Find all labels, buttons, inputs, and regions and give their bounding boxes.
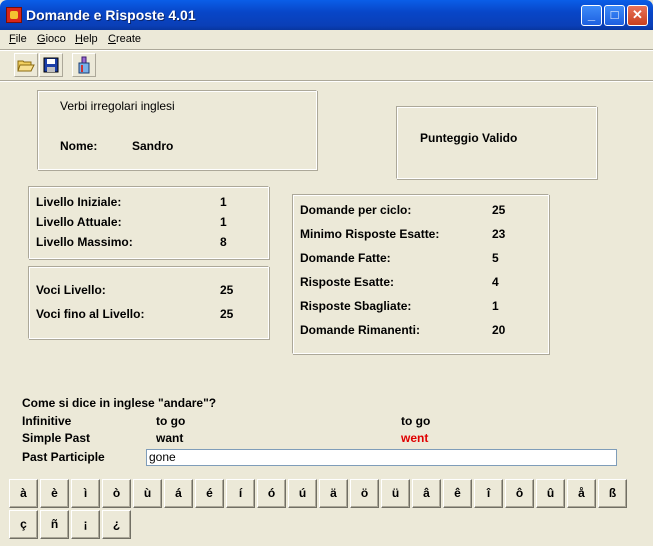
remaining-label: Domande Rimanenti:	[300, 323, 421, 337]
char-key-button[interactable]: ê	[443, 479, 472, 508]
simple-past-given: want	[156, 431, 184, 445]
char-key-button[interactable]: ñ	[40, 510, 69, 539]
simple-past-label: Simple Past	[22, 431, 91, 445]
menu-help[interactable]: Help	[75, 33, 98, 45]
wrong-label: Risposte Sbagliate:	[300, 299, 412, 313]
voices-panel	[28, 266, 269, 339]
remaining-value: 20	[492, 323, 506, 337]
char-key-button[interactable]: ì	[71, 479, 100, 508]
char-key-button[interactable]: ö	[350, 479, 379, 508]
infinitive-label: Infinitive	[22, 414, 72, 428]
char-key-button[interactable]: å	[567, 479, 596, 508]
char-key-button[interactable]: è	[40, 479, 69, 508]
char-key-button[interactable]: ô	[505, 479, 534, 508]
min-correct-value: 23	[492, 227, 506, 241]
level-voices-label: Voci Livello:	[36, 283, 106, 297]
menu-create[interactable]: Create	[108, 33, 141, 45]
menu-file[interactable]: File	[9, 33, 27, 45]
char-key-button[interactable]: ä	[319, 479, 348, 508]
char-key-button[interactable]: é	[195, 479, 224, 508]
char-key-button[interactable]: á	[164, 479, 193, 508]
char-key-button[interactable]: â	[412, 479, 441, 508]
infinitive-given: to go	[156, 414, 186, 428]
subject-label: Verbi irregolari inglesi	[60, 99, 175, 113]
char-key-button[interactable]: ¡	[71, 510, 100, 539]
char-key-button[interactable]: à	[9, 479, 38, 508]
correct-value: 4	[492, 275, 499, 289]
name-label: Nome:	[60, 139, 98, 153]
voices-upto-value: 25	[220, 307, 234, 321]
level-voices-value: 25	[220, 283, 234, 297]
save-button[interactable]	[39, 53, 63, 77]
app-icon	[6, 7, 22, 23]
char-key-button[interactable]: ú	[288, 479, 317, 508]
create-tool-icon	[78, 56, 90, 74]
char-key-button[interactable]: ¿	[102, 510, 131, 539]
menu-bar: File Gioco Help Create	[0, 30, 653, 49]
open-folder-icon	[17, 60, 35, 72]
max-level-value: 8	[220, 235, 227, 249]
max-level-label: Livello Massimo:	[36, 235, 133, 249]
question-prompt: Come si dice in inglese "andare"?	[22, 396, 217, 410]
name-value: Sandro	[132, 139, 174, 153]
infinitive-correct: to go	[401, 414, 431, 428]
initial-level-value: 1	[220, 195, 227, 209]
minimize-button[interactable]: _	[581, 5, 602, 26]
window-title: Domande e Risposte 4.01	[26, 7, 196, 23]
open-button[interactable]	[14, 53, 38, 77]
asked-label: Domande Fatte:	[300, 251, 391, 265]
title-bar: Domande e Risposte 4.01 _ □ ✕	[0, 0, 653, 30]
char-key-button[interactable]: î	[474, 479, 503, 508]
toolbar-separator	[0, 80, 653, 82]
min-correct-label: Minimo Risposte Esatte:	[300, 227, 440, 241]
voices-upto-label: Voci fino al Livello:	[36, 307, 145, 321]
menu-gioco[interactable]: Gioco	[37, 33, 66, 45]
correct-label: Risposte Esatte:	[300, 275, 395, 289]
char-key-button[interactable]: ò	[102, 479, 131, 508]
char-key-button[interactable]: í	[226, 479, 255, 508]
per-cycle-value: 25	[492, 203, 506, 217]
close-button[interactable]: ✕	[627, 5, 648, 26]
save-disk-icon	[43, 57, 59, 73]
asked-value: 5	[492, 251, 499, 265]
current-level-value: 1	[220, 215, 227, 229]
score-status: Punteggio Valido	[420, 131, 518, 145]
per-cycle-label: Domande per ciclo:	[300, 203, 412, 217]
current-level-label: Livello Attuale:	[36, 215, 122, 229]
initial-level-label: Livello Iniziale:	[36, 195, 122, 209]
char-key-button[interactable]: ó	[257, 479, 286, 508]
create-button[interactable]	[72, 53, 96, 77]
past-participle-label: Past Participle	[22, 450, 105, 464]
simple-past-correct: went	[401, 431, 429, 445]
maximize-button[interactable]: □	[604, 5, 625, 26]
char-key-button[interactable]: ü	[381, 479, 410, 508]
menu-separator	[0, 49, 653, 51]
wrong-value: 1	[492, 299, 499, 313]
char-key-button[interactable]: ß	[598, 479, 627, 508]
char-key-button[interactable]: ç	[9, 510, 38, 539]
past-participle-input[interactable]: gone	[146, 449, 617, 466]
char-key-button[interactable]: û	[536, 479, 565, 508]
char-key-button[interactable]: ù	[133, 479, 162, 508]
